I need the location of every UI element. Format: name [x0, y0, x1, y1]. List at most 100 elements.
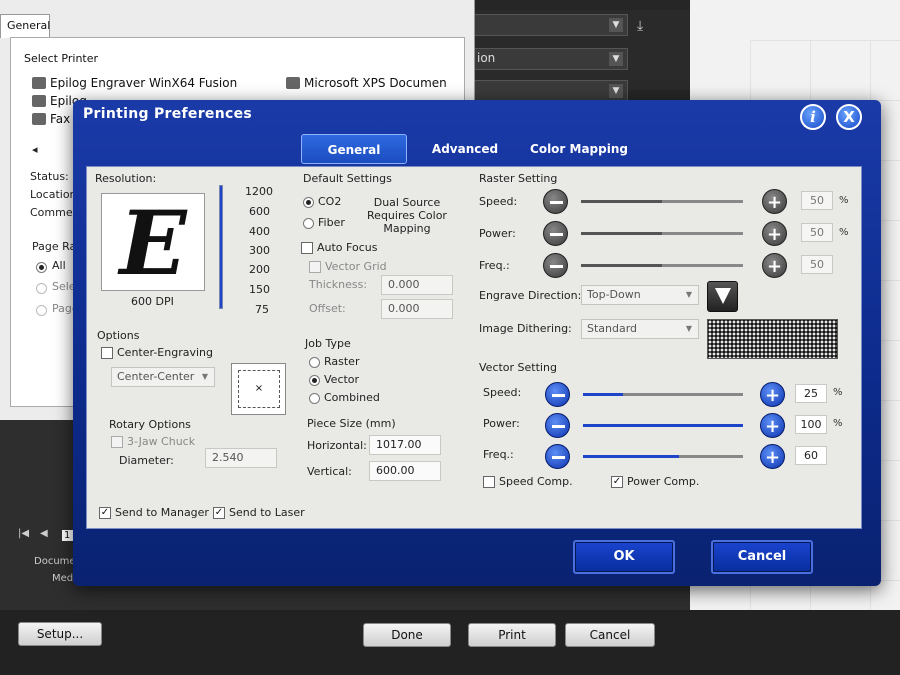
resolution-tick: 300 [249, 244, 270, 257]
resolution-label: Resolution: [95, 172, 157, 185]
diameter-field[interactable]: 2.540 [205, 448, 277, 468]
page-prev-icon[interactable]: ◀ [40, 528, 48, 539]
raster-speed-slider[interactable] [581, 200, 743, 203]
ok-button[interactable]: OK [573, 540, 675, 574]
percent-label: % [839, 195, 849, 206]
thickness-field[interactable]: 0.000 [381, 275, 453, 295]
raster-power-value[interactable]: 50 [801, 223, 833, 242]
dpi-label: 600 DPI [131, 295, 174, 308]
slider-fill [583, 424, 743, 427]
fiber-radio[interactable] [303, 218, 314, 229]
tab-general[interactable]: General [301, 134, 407, 164]
vector-power-decrease-button[interactable] [545, 413, 570, 438]
printer-item[interactable]: Microsoft XPS Documen [286, 76, 447, 90]
raster-speed-increase-button[interactable]: + [762, 189, 787, 214]
vector-power-label: Power: [483, 417, 520, 430]
scroll-left-icon[interactable]: ◂ [32, 143, 38, 156]
vector-speed-increase-button[interactable]: + [760, 382, 785, 407]
top-combo-3[interactable]: ▼ [470, 80, 628, 102]
raster-power-slider[interactable] [581, 232, 743, 235]
top-combo-1[interactable]: ▼ [470, 14, 628, 36]
send-to-manager-checkbox[interactable]: ✓ [99, 507, 111, 519]
center-mode-select[interactable]: Center-Center ▼ [111, 367, 215, 387]
three-jaw-chuck-checkbox[interactable] [111, 436, 123, 448]
raster-freq-slider[interactable] [581, 264, 743, 267]
resolution-tick: 150 [249, 283, 270, 296]
info-icon[interactable]: i [800, 104, 826, 130]
center-marker-icon: × [238, 370, 280, 408]
power-comp-checkbox[interactable]: ✓ [611, 476, 623, 488]
resolution-tick: 600 [249, 205, 270, 218]
vector-freq-decrease-button[interactable] [545, 444, 570, 469]
image-dithering-select[interactable]: Standard ▼ [581, 319, 699, 339]
resolution-slider[interactable] [219, 185, 223, 309]
raster-freq-value[interactable]: 50 [801, 255, 833, 274]
download-icon[interactable]: ⤓ [637, 18, 657, 36]
auto-focus-checkbox[interactable] [301, 242, 313, 254]
setup-button[interactable]: Setup... [18, 622, 102, 646]
vertical-label: Vertical: [307, 465, 352, 478]
thickness-label: Thickness: [309, 278, 368, 291]
rotary-options-label: Rotary Options [109, 418, 191, 431]
resolution-tick: 200 [249, 263, 270, 276]
center-position-preview: × [231, 363, 286, 415]
raster-freq-label: Freq.: [479, 259, 510, 272]
page-first-icon[interactable]: |◀ [18, 528, 29, 539]
center-engraving-checkbox[interactable] [101, 347, 113, 359]
vector-power-value[interactable]: 100 [795, 415, 827, 434]
close-icon[interactable]: X [836, 104, 862, 130]
percent-label: % [833, 387, 843, 398]
slider-fill [583, 455, 679, 458]
vector-freq-value[interactable]: 60 [795, 446, 827, 465]
offset-field[interactable]: 0.000 [381, 299, 453, 319]
dialog-cancel-button[interactable]: Cancel [711, 540, 813, 574]
vertical-field[interactable]: 600.00 [369, 461, 441, 481]
vector-radio[interactable] [309, 375, 320, 386]
raster-power-decrease-button[interactable] [543, 221, 568, 246]
raster-speed-value[interactable]: 50 [801, 191, 833, 210]
send-to-manager-label: Send to Manager [115, 506, 209, 519]
tab-color-mapping[interactable]: Color Mapping [527, 134, 631, 164]
combined-radio[interactable] [309, 393, 320, 404]
send-to-laser-checkbox[interactable]: ✓ [213, 507, 225, 519]
speed-comp-checkbox[interactable] [483, 476, 495, 488]
raster-speed-decrease-button[interactable] [543, 189, 568, 214]
raster-power-increase-button[interactable]: + [762, 221, 787, 246]
vector-grid-checkbox[interactable] [309, 261, 321, 273]
vector-freq-slider[interactable] [583, 455, 743, 458]
co2-radio[interactable] [303, 197, 314, 208]
page-range-selection-radio[interactable] [36, 283, 47, 294]
piece-size-label: Piece Size (mm) [307, 417, 396, 430]
vector-freq-increase-button[interactable]: + [760, 444, 785, 469]
vector-grid-label: Vector Grid [325, 260, 387, 273]
engrave-direction-arrow-icon[interactable] [707, 281, 738, 312]
percent-label: % [833, 418, 843, 429]
offset-label: Offset: [309, 302, 346, 315]
horizontal-field[interactable]: 1017.00 [369, 435, 441, 455]
raster-speed-label: Speed: [479, 195, 518, 208]
raster-freq-decrease-button[interactable] [543, 253, 568, 278]
vector-setting-label: Vector Setting [479, 361, 557, 374]
cancel-button[interactable]: Cancel [565, 623, 655, 647]
vector-speed-slider[interactable] [583, 393, 743, 396]
done-button[interactable]: Done [363, 623, 451, 647]
printer-item[interactable]: Epilog Engraver WinX64 Fusion [32, 76, 237, 90]
page-range-all-radio[interactable] [36, 262, 47, 273]
printer-item[interactable]: Fax [32, 112, 70, 126]
raster-freq-increase-button[interactable]: + [762, 253, 787, 278]
print-button[interactable]: Print [468, 623, 556, 647]
page-range-pages-radio[interactable] [36, 305, 47, 316]
vector-speed-value[interactable]: 25 [795, 384, 827, 403]
speed-comp-label: Speed Comp. [499, 475, 573, 488]
top-combo-2[interactable]: ion ▼ [470, 48, 628, 70]
vector-power-slider[interactable] [583, 424, 743, 427]
vector-power-increase-button[interactable]: + [760, 413, 785, 438]
raster-radio[interactable] [309, 357, 320, 368]
horizontal-label: Horizontal: [307, 439, 367, 452]
engrave-direction-select[interactable]: Top-Down ▼ [581, 285, 699, 305]
page-range-all-label: All [52, 259, 66, 272]
vector-speed-decrease-button[interactable] [545, 382, 570, 407]
tab-advanced[interactable]: Advanced [421, 134, 509, 164]
combined-label: Combined [324, 391, 380, 404]
print-tab-general[interactable]: General [0, 14, 50, 38]
